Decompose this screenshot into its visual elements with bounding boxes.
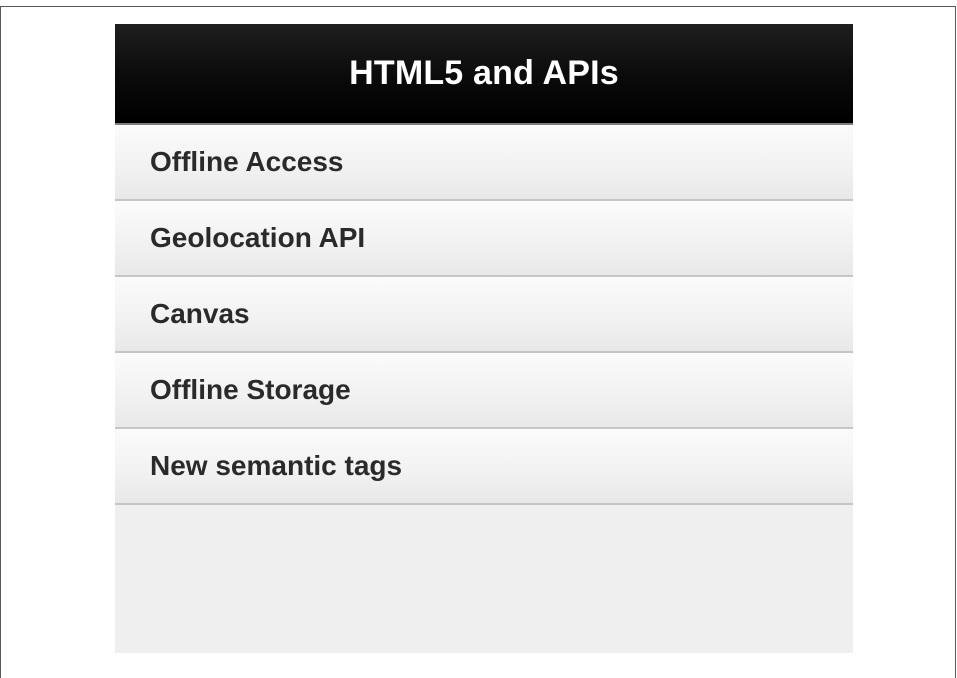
list-item-canvas[interactable]: Canvas <box>115 277 853 353</box>
app-screen: HTML5 and APIs Offline Access Geolocatio… <box>115 24 853 653</box>
page-title: HTML5 and APIs <box>349 54 619 92</box>
list-item-label: New semantic tags <box>150 450 403 481</box>
list-item-label: Offline Storage <box>150 374 351 405</box>
list-item-label: Geolocation API <box>150 222 366 253</box>
list-item-geolocation-api[interactable]: Geolocation API <box>115 201 853 277</box>
list-item-new-semantic-tags[interactable]: New semantic tags <box>115 429 853 505</box>
header-bar: HTML5 and APIs <box>115 24 853 125</box>
menu-list: Offline Access Geolocation API Canvas Of… <box>115 125 853 505</box>
list-item-label: Canvas <box>150 298 250 329</box>
list-item-offline-storage[interactable]: Offline Storage <box>115 353 853 429</box>
list-item-label: Offline Access <box>150 146 344 177</box>
list-item-offline-access[interactable]: Offline Access <box>115 125 853 201</box>
